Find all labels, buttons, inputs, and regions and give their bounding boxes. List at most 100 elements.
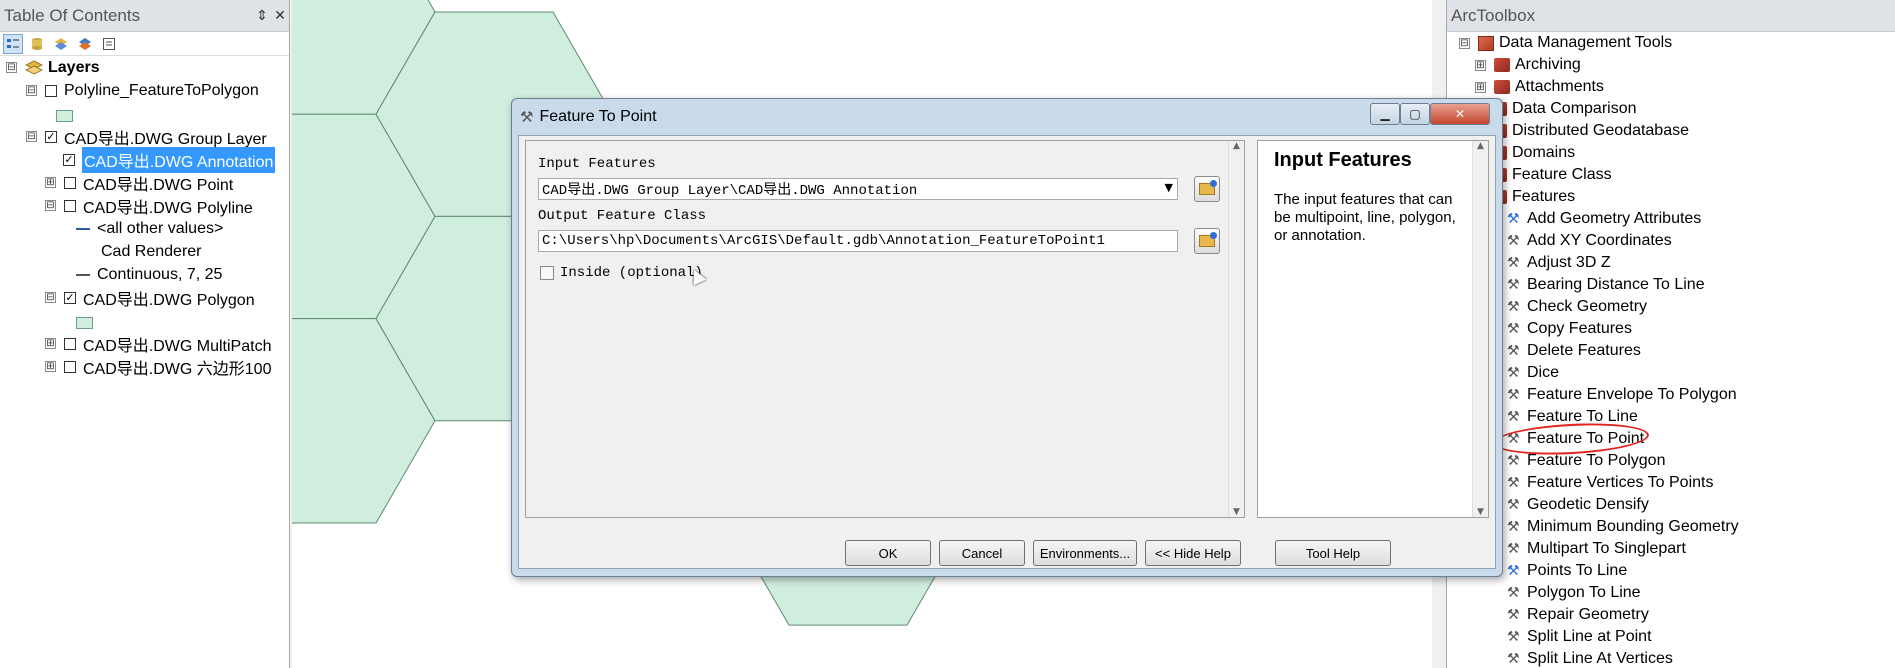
cancel-button[interactable]: Cancel [939, 540, 1025, 566]
dropdown-arrow-icon[interactable]: ▼ [1165, 181, 1173, 194]
toolbox-item-data-management-tools[interactable]: ⊟ Data Management Tools [1459, 32, 1672, 54]
close-button[interactable]: ✕ [1430, 103, 1490, 125]
close-icon[interactable]: ✕ [271, 7, 289, 24]
toc-item-layers[interactable]: ⊟ Layers [6, 56, 100, 79]
expand-icon[interactable]: ⊞ [45, 177, 56, 188]
browse-output-button[interactable] [1194, 228, 1220, 254]
toolbox-item-minimum-bounding-geometry[interactable]: ⚒ Minimum Bounding Geometry [1507, 516, 1739, 538]
environments-button[interactable]: Environments... [1033, 540, 1137, 566]
hammer-icon: ⚒ [1507, 233, 1520, 249]
toolbox-item-bearing-distance-to-line[interactable]: ⚒ Bearing Distance To Line [1507, 274, 1705, 296]
toc-item-multipatch[interactable]: ⊞ CAD导出.DWG MultiPatch [45, 332, 271, 355]
toolbox-item-label: Check Geometry [1527, 298, 1648, 315]
toolbox-item-add-xy-coordinates[interactable]: ⚒ Add XY Coordinates [1507, 230, 1672, 252]
list-by-source-icon[interactable] [27, 34, 47, 54]
collapse-icon[interactable]: ⊟ [26, 85, 37, 96]
toc-item-polygon[interactable]: ⊟ ✓ CAD导出.DWG Polygon [45, 286, 255, 309]
list-by-selection-icon[interactable] [75, 34, 95, 54]
visibility-checkbox[interactable] [45, 84, 57, 97]
scroll-down-icon[interactable]: ▼ [1477, 507, 1484, 517]
toolbox-item-distributed-geodatabase[interactable]: Distributed Geodatabase [1491, 120, 1689, 142]
collapse-icon[interactable]: ⊟ [1459, 37, 1470, 49]
legend-item-all-other-values[interactable]: <all other values> [76, 217, 223, 240]
toolbox-item-copy-features[interactable]: ⚒ Copy Features [1507, 318, 1632, 340]
visibility-checkbox[interactable] [64, 176, 76, 189]
toc-title-bar: Table Of Contents ⇕ ✕ [0, 0, 289, 32]
expand-icon[interactable]: ⊞ [1475, 59, 1486, 71]
toolbox-item-domains[interactable]: Domains [1491, 142, 1575, 164]
visibility-checkbox[interactable] [64, 337, 76, 350]
toolbox-item-add-geometry-attributes[interactable]: ⚒ Add Geometry Attributes [1507, 208, 1701, 230]
scroll-down-icon[interactable]: ▼ [1233, 507, 1240, 517]
toolbox-item-polygon-to-line[interactable]: ⚒ Polygon To Line [1507, 582, 1641, 604]
hide-help-button[interactable]: << Hide Help [1145, 540, 1241, 566]
expand-icon[interactable]: ⊞ [45, 361, 56, 372]
collapse-icon[interactable]: ⊟ [26, 131, 37, 142]
toc-item-hexagon[interactable]: ⊞ CAD导出.DWG 六边形100 [45, 355, 271, 378]
maximize-button[interactable]: ▢ [1400, 103, 1430, 125]
visibility-checkbox[interactable]: ✓ [64, 291, 76, 304]
visibility-checkbox[interactable] [64, 360, 76, 373]
toc-item-annotation[interactable]: ✓ CAD导出.DWG Annotation [63, 146, 276, 173]
scroll-up-icon[interactable]: ▲ [1477, 141, 1484, 151]
toolbox-item-split-line-at-vertices[interactable]: ⚒ Split Line At Vertices [1507, 648, 1673, 668]
toolbox-item-check-geometry[interactable]: ⚒ Check Geometry [1507, 296, 1647, 318]
input-features-value: CAD导出.DWG Group Layer\CAD导出.DWG Annotati… [542, 183, 918, 199]
visibility-checkbox[interactable]: ✓ [45, 130, 57, 143]
toolbox-item-label: Adjust 3D Z [1527, 254, 1611, 271]
expand-icon[interactable]: ⊞ [45, 338, 56, 349]
options-icon[interactable] [99, 34, 119, 54]
scroll-up-icon[interactable]: ▲ [1233, 141, 1240, 151]
toolbox-item-adjust-3d-z[interactable]: ⚒ Adjust 3D Z [1507, 252, 1611, 274]
toc-item-polyline[interactable]: ⊟ CAD导出.DWG Polyline [45, 194, 253, 217]
toolbox-item-feature-to-polygon[interactable]: ⚒ Feature To Polygon [1507, 450, 1665, 472]
collapse-icon[interactable]: ⊟ [6, 62, 17, 73]
inside-checkbox[interactable] [540, 266, 554, 280]
toolbox-item-delete-features[interactable]: ⚒ Delete Features [1507, 340, 1641, 362]
list-by-visibility-icon[interactable] [51, 34, 71, 54]
toolbox-item-dice[interactable]: ⚒ Dice [1507, 362, 1559, 384]
toolbox-item-repair-geometry[interactable]: ⚒ Repair Geometry [1507, 604, 1649, 626]
toolbox-item-split-line-at-point[interactable]: ⚒ Split Line at Point [1507, 626, 1652, 648]
ok-button[interactable]: OK [845, 540, 931, 566]
inside-label: Inside (optional) [560, 265, 703, 281]
parameters-scrollbar[interactable]: ▲ ▼ [1228, 141, 1244, 517]
input-features-combo[interactable]: CAD导出.DWG Group Layer\CAD导出.DWG Annotati… [538, 178, 1178, 200]
toolbox-item-label: Points To Line [1527, 562, 1628, 579]
browse-input-button[interactable] [1194, 176, 1220, 202]
minimize-button[interactable]: ▁ [1370, 103, 1400, 125]
toolbox-item-geodetic-densify[interactable]: ⚒ Geodetic Densify [1507, 494, 1649, 516]
toolbox-item-attachments[interactable]: ⊞ Attachments [1475, 76, 1604, 98]
fill-swatch-icon[interactable] [56, 109, 73, 122]
toolbox-item-multipart-to-singlepart[interactable]: ⚒ Multipart To Singlepart [1507, 538, 1686, 560]
toolbox-item-feature-to-point[interactable]: ⚒ Feature To Point [1492, 419, 1650, 459]
toc-item-group-layer[interactable]: ⊟ ✓ CAD导出.DWG Group Layer [26, 125, 267, 148]
toolbox-item-feature-class[interactable]: Feature Class [1491, 164, 1612, 186]
toolbox-item-features[interactable]: Features [1491, 186, 1575, 208]
list-by-drawing-order-icon[interactable] [3, 33, 23, 54]
visibility-checkbox[interactable] [64, 199, 76, 212]
toc-item-point[interactable]: ⊞ CAD导出.DWG Point [45, 171, 233, 194]
pin-icon[interactable]: ⇕ [253, 7, 271, 24]
help-scrollbar[interactable]: ▲ ▼ [1472, 141, 1488, 517]
toolbox-item-label: Data Comparison [1512, 100, 1637, 117]
toc-item-polyline-featuretopolygon[interactable]: ⊟ Polyline_FeatureToPolygon [26, 79, 259, 102]
toolbox-item-points-to-line[interactable]: ⚒ Points To Line [1507, 560, 1627, 582]
tool-help-button[interactable]: Tool Help [1275, 540, 1391, 566]
legend-item-continuous[interactable]: Continuous, 7, 25 [76, 263, 222, 286]
toolbox-item-feature-vertices-to-points[interactable]: ⚒ Feature Vertices To Points [1507, 472, 1713, 494]
toolbox-item-label: Multipart To Singlepart [1527, 540, 1686, 557]
output-class-field[interactable]: C:\Users\hp\Documents\ArcGIS\Default.gdb… [538, 230, 1178, 252]
expand-icon[interactable]: ⊞ [1475, 81, 1486, 93]
visibility-checkbox[interactable]: ✓ [63, 153, 75, 166]
hammer-icon: ⚒ [1507, 387, 1520, 403]
collapse-icon[interactable]: ⊟ [45, 292, 56, 303]
fill-swatch-icon[interactable] [76, 316, 93, 329]
toolbox-item-archiving[interactable]: ⊞ Archiving [1475, 54, 1581, 76]
toc-item-label: CAD导出.DWG MultiPatch [83, 337, 272, 355]
toolbox-item-feature-envelope-to-polygon[interactable]: ⚒ Feature Envelope To Polygon [1507, 384, 1737, 406]
dialog-title-bar[interactable]: ⚒ Feature To Point [512, 99, 1502, 135]
inside-option[interactable]: Inside (optional) [540, 265, 703, 281]
collapse-icon[interactable]: ⊟ [45, 200, 56, 211]
toolbox-item-data-comparison[interactable]: Data Comparison [1491, 98, 1637, 120]
